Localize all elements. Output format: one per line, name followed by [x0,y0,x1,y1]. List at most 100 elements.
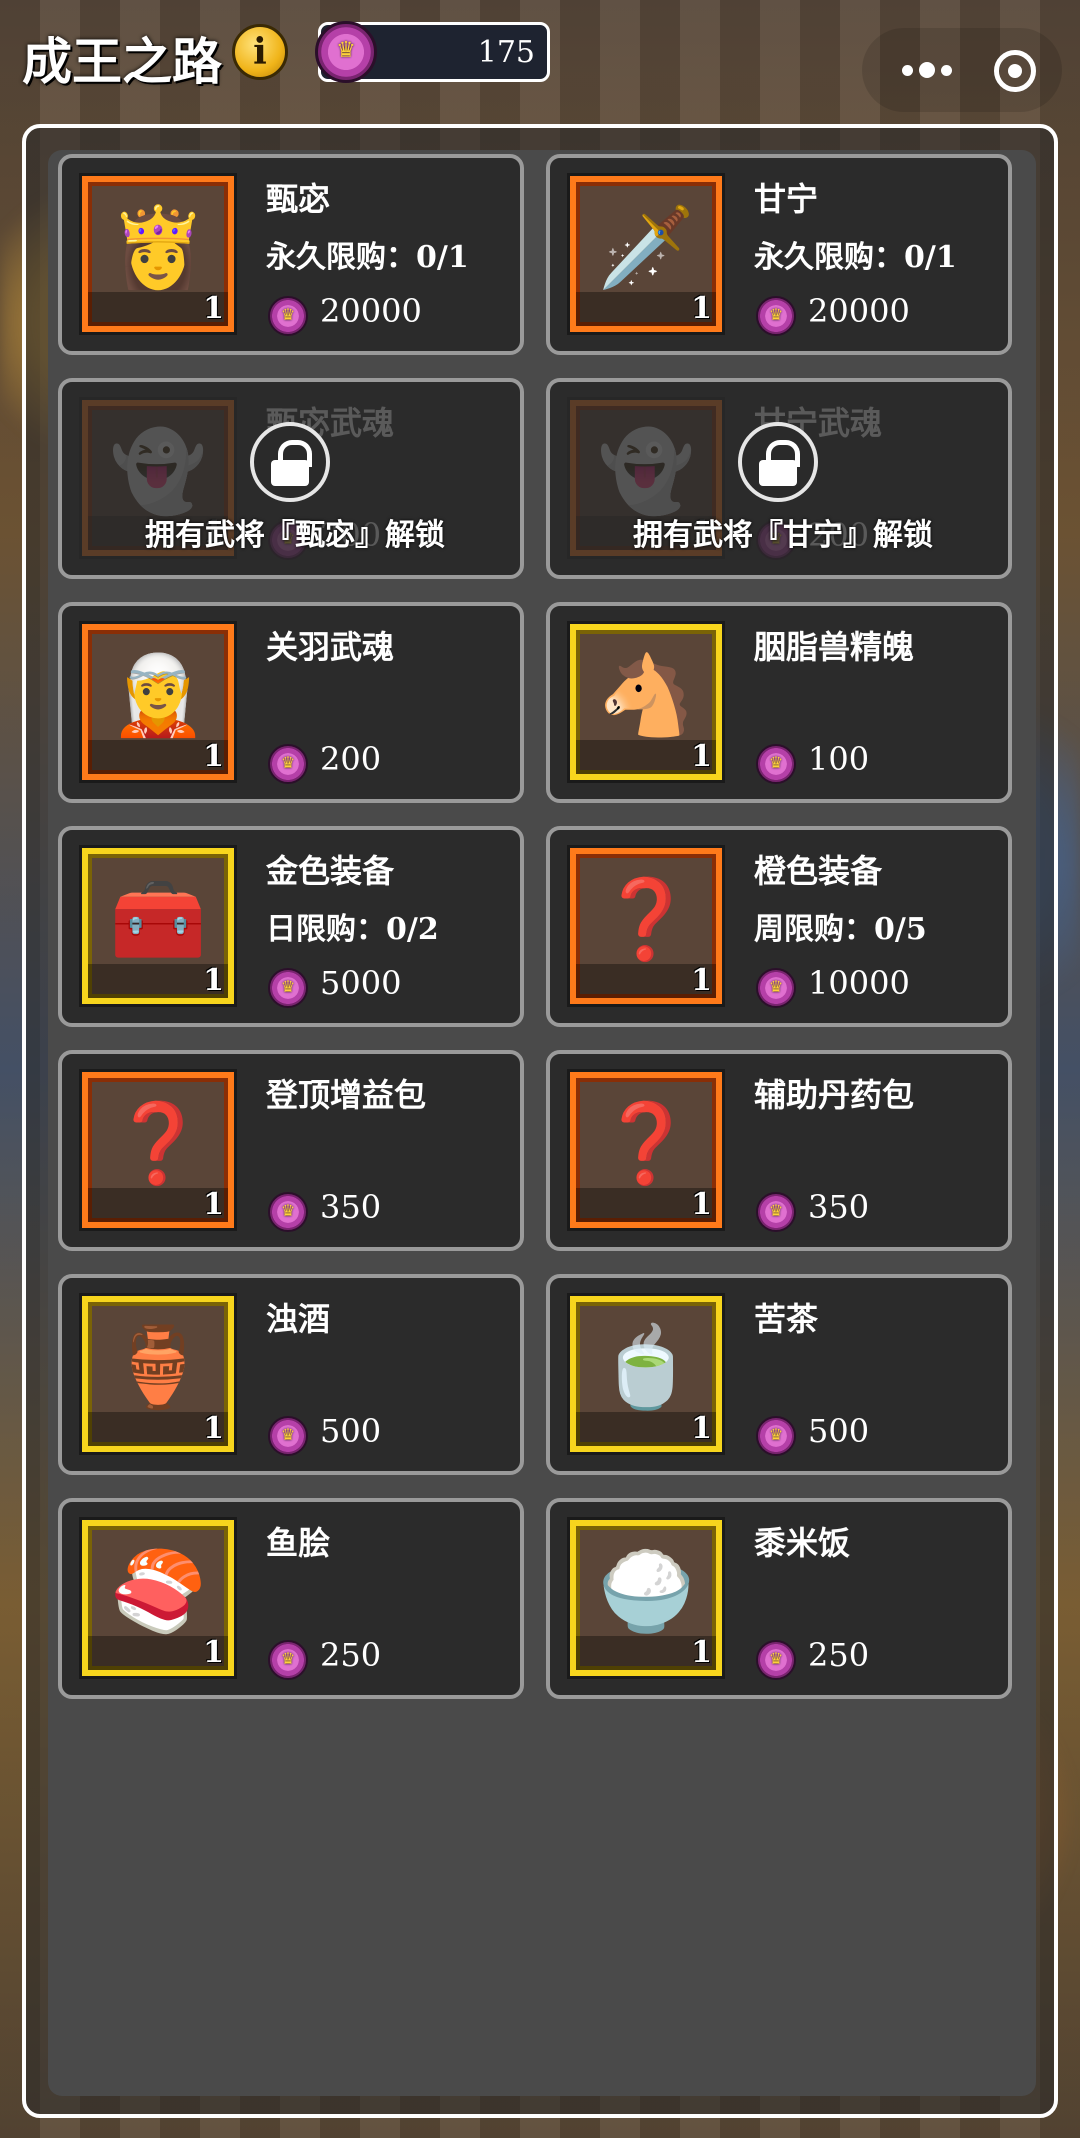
item-count: 1 [203,1187,224,1222]
general-ganning-icon: 🗡️ [597,203,695,294]
item-price: 250 [808,1636,870,1674]
purchase-limit: 永久限购：0/1 [266,240,469,275]
header: 成王之路 i ♛ 175 [0,0,1080,120]
item-thumbnail: 🗡️ 1 [567,173,725,335]
item-count: 1 [691,1635,712,1670]
crown-coin-icon: ♛ [268,968,308,1008]
item-thumbnail: 🧰 1 [79,845,237,1007]
crown-coin-icon: ♛ [315,21,377,83]
buff-pack-icon: ❓ [109,1099,207,1190]
shop-item-card[interactable]: 👸 1 甄宓永久限购：0/1 ♛ 20000 [58,154,524,355]
item-count: 1 [203,739,224,774]
item-count: 1 [691,1187,712,1222]
item-thumbnail: 👸 1 [79,173,237,335]
item-name: 金色装备 [266,852,395,890]
crown-coin-icon: ♛ [268,1640,308,1680]
item-name: 鱼脍 [266,1524,331,1562]
purchase-limit: 永久限购：0/1 [754,240,957,275]
item-price: 250 [320,1636,382,1674]
item-name: 甘宁 [754,180,819,218]
item-name: 关羽武魂 [266,628,395,666]
mystery-chest-icon: ❓ [597,875,695,966]
item-thumbnail: 🏺 1 [79,1293,237,1455]
item-price: 100 [808,740,870,778]
item-count: 1 [203,1635,224,1670]
item-count: 1 [691,291,712,326]
general-zhenmi-icon: 👸 [109,203,207,294]
item-name: 登顶增益包 [266,1076,427,1114]
currency-bar: ♛ 175 [315,21,550,83]
item-count: 1 [691,1411,712,1446]
crown-coin-icon: ♛ [756,744,796,784]
shop-item-card[interactable]: 👻 1 甘宁武魂 ♛ 200 拥有武将『甘宁』解锁 [546,378,1012,579]
zhenmi-soul-icon: 👻 [109,427,207,518]
ganning-soul-icon: 👻 [597,427,695,518]
item-price: 200 [320,740,382,778]
gold-chest-icon: 🧰 [109,875,207,966]
shop-panel: 👸 1 甄宓 永久限购：0/1 ♛ 20000 🗡️ 1 甘宁 永久限购：0/1 ♛ 20000 👻 1 甄… [22,124,1058,2118]
shop-item-card[interactable]: ❓ 1 辅助丹药包 ♛ 350 [546,1050,1012,1251]
item-thumbnail: ❓ 1 [567,845,725,1007]
item-count: 1 [203,291,224,326]
unlock-condition: 拥有武将『甘宁』解锁 [633,518,933,553]
shop-item-card[interactable]: 🍚 1 黍米饭 ♛ 250 [546,1498,1012,1699]
item-price: 20000 [320,292,422,330]
item-price: 350 [808,1188,870,1226]
item-price: 500 [808,1412,870,1450]
shop-list[interactable]: 👸 1 甄宓 永久限购：0/1 ♛ 20000 🗡️ 1 甘宁 永久限购：0/1 ♛ 20000 👻 1 甄… [48,150,1036,2096]
item-thumbnail: ❓ 1 [79,1069,237,1231]
purchase-limit: 日限购：0/2 [266,912,439,947]
wine-jar-icon: 🏺 [109,1323,207,1414]
shop-item-card[interactable]: 🧝 1 关羽武魂 ♛ 200 [58,602,524,803]
page-title: 成王之路 [22,32,222,91]
shop-item-card[interactable]: 🐴 1 胭脂兽精魄 ♛ 100 [546,602,1012,803]
item-price: 20000 [808,292,910,330]
guanyu-soul-icon: 🧝 [109,651,207,742]
shop-item-card[interactable]: 🗡️ 1 甘宁永久限购：0/1 ♛ 20000 [546,154,1012,355]
more-dots-icon[interactable] [892,28,962,112]
shop-item-card[interactable]: 🍣 1 鱼脍 ♛ 250 [58,1498,524,1699]
crown-coin-icon: ♛ [268,744,308,784]
shop-item-card[interactable]: ❓ 1 橙色装备 周限购：0/5 ♛ 10000 [546,826,1012,1027]
lock-icon [738,422,818,502]
crown-coin-icon: ♛ [756,296,796,336]
crown-coin-icon: ♛ [268,1192,308,1232]
item-name: 橙色装备 [754,852,883,890]
item-thumbnail: 🍵 1 [567,1293,725,1455]
mini-program-capsule [862,28,1062,112]
item-name: 甄宓 [266,180,331,218]
currency-amount: 175 [477,35,535,70]
crown-coin-icon: ♛ [268,296,308,336]
item-name: 胭脂兽精魄 [754,628,915,666]
item-price: 5000 [320,964,402,1002]
purchase-limit: 周限购：0/5 [754,912,927,947]
target-icon[interactable] [994,50,1036,92]
item-count: 1 [691,963,712,998]
unlock-condition: 拥有武将『甄宓』解锁 [145,518,445,553]
horse-spirit-icon: 🐴 [597,651,695,742]
pill-pack-icon: ❓ [597,1099,695,1190]
item-name: 黍米饭 [754,1524,851,1562]
shop-item-card[interactable]: ❓ 1 登顶增益包 ♛ 350 [58,1050,524,1251]
shop-item-card[interactable]: 🍵 1 苦茶 ♛ 500 [546,1274,1012,1475]
item-thumbnail: 🐴 1 [567,621,725,783]
shop-item-card[interactable]: 👻 1 甄宓武魂 ♛ 200 拥有武将『甄宓』解锁 [58,378,524,579]
tea-bowl-icon: 🍵 [597,1323,695,1414]
item-thumbnail: 🍚 1 [567,1517,725,1679]
crown-coin-icon: ♛ [756,1640,796,1680]
info-icon[interactable]: i [232,24,288,80]
item-count: 1 [203,1411,224,1446]
crown-coin-icon: ♛ [756,1192,796,1232]
item-count: 1 [691,739,712,774]
item-count: 1 [203,963,224,998]
shop-item-card[interactable]: 🧰 1 金色装备日限购：0/2 ♛ 5000 [58,826,524,1027]
item-price: 500 [320,1412,382,1450]
item-thumbnail: 🧝 1 [79,621,237,783]
fish-dish-icon: 🍣 [109,1547,207,1638]
rice-bowl-icon: 🍚 [597,1547,695,1638]
item-name: 浊酒 [266,1300,331,1338]
lock-icon [250,422,330,502]
shop-item-card[interactable]: 🏺 1 浊酒 ♛ 500 [58,1274,524,1475]
crown-coin-icon: ♛ [268,1416,308,1456]
item-name: 苦茶 [754,1300,819,1338]
